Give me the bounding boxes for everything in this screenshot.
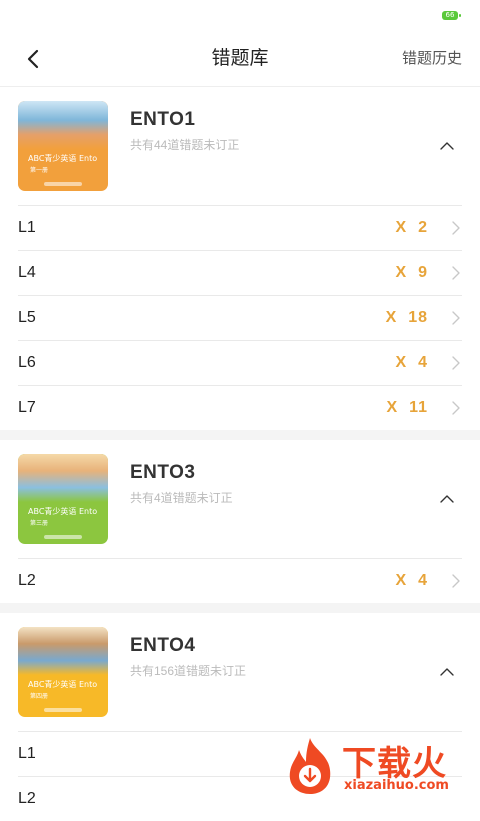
book-cover-image: ABC青少英语 Ento 第三册 [18, 454, 108, 544]
book-subtitle: 共有4道错题未订正 [130, 491, 233, 505]
lesson-label: L7 [18, 399, 36, 416]
lesson-row[interactable]: L6 X 4 [18, 340, 462, 385]
watermark: 下载火 xiazaihuo.com [282, 732, 480, 800]
lesson-label: L5 [18, 309, 36, 326]
back-button[interactable] [22, 47, 44, 71]
cover-title: ABC青少英语 Ento [28, 154, 98, 163]
watermark-url: xiazaihuo.com [344, 778, 449, 793]
lesson-row[interactable]: L5 X 18 [18, 295, 462, 340]
book-cover-image: ABC青少英语 Ento 第一册 [18, 101, 108, 191]
chevron-left-icon [27, 49, 39, 69]
error-count: X 2 [395, 219, 428, 236]
cover-subtitle: 第三册 [30, 520, 49, 527]
chevron-right-icon [452, 401, 460, 415]
lesson-row[interactable]: L4 X 9 [18, 250, 462, 295]
chevron-up-icon[interactable] [440, 492, 454, 506]
publisher-logo [44, 708, 82, 712]
error-count: X 4 [395, 572, 428, 589]
book-title: ENTO1 [130, 109, 196, 130]
cover-title: ABC青少英语 Ento [28, 680, 98, 689]
lesson-row[interactable]: L1 X 2 [18, 205, 462, 250]
flame-logo-icon [289, 738, 331, 794]
cover-subtitle: 第一册 [30, 167, 49, 174]
book-title: ENTO4 [130, 635, 196, 656]
lesson-row[interactable]: L7 X 11 [18, 385, 462, 430]
book-subtitle: 共有44道错题未订正 [130, 138, 240, 152]
error-count: X 18 [385, 309, 428, 326]
book-cover-image: ABC青少英语 Ento 第四册 [18, 627, 108, 717]
lesson-label: L1 [18, 219, 36, 236]
error-count: X 11 [386, 399, 428, 416]
publisher-logo [44, 535, 82, 539]
chevron-up-icon[interactable] [440, 665, 454, 679]
chevron-right-icon [452, 356, 460, 370]
book-header-ento1[interactable]: ABC青少英语 Ento 第一册 ENTO1 共有44道错题未订正 [0, 87, 480, 205]
cover-subtitle: 第四册 [30, 693, 49, 700]
battery-icon: 66 [442, 11, 461, 20]
book-header-ento3[interactable]: ABC青少英语 Ento 第三册 ENTO3 共有4道错题未订正 [0, 440, 480, 558]
error-count: X 4 [395, 354, 428, 371]
publisher-logo [44, 182, 82, 186]
cover-photo [18, 627, 108, 675]
section-divider [0, 430, 480, 440]
lesson-label: L1 [18, 745, 36, 762]
lesson-row[interactable]: L2 X 4 [18, 558, 462, 603]
cover-title: ABC青少英语 Ento [28, 507, 98, 516]
section-divider [0, 603, 480, 613]
history-button[interactable]: 错题历史 [402, 32, 462, 86]
lesson-label: L2 [18, 572, 36, 589]
error-count: X 9 [395, 264, 428, 281]
book-header-ento4[interactable]: ABC青少英语 Ento 第四册 ENTO4 共有156道错题未订正 [0, 613, 480, 731]
book-subtitle: 共有156道错题未订正 [130, 664, 247, 678]
chevron-up-icon[interactable] [440, 139, 454, 153]
cover-photo [18, 454, 108, 502]
chevron-right-icon [452, 574, 460, 588]
lesson-label: L6 [18, 354, 36, 371]
nav-bar: 错题库 错题历史 [0, 32, 480, 87]
lesson-label: L4 [18, 264, 36, 281]
lesson-label: L2 [18, 790, 36, 807]
status-bar: 66 [0, 0, 480, 32]
chevron-right-icon [452, 266, 460, 280]
chevron-right-icon [452, 221, 460, 235]
chevron-right-icon [452, 311, 460, 325]
book-title: ENTO3 [130, 462, 196, 483]
battery-level: 66 [445, 11, 455, 19]
cover-photo [18, 101, 108, 149]
